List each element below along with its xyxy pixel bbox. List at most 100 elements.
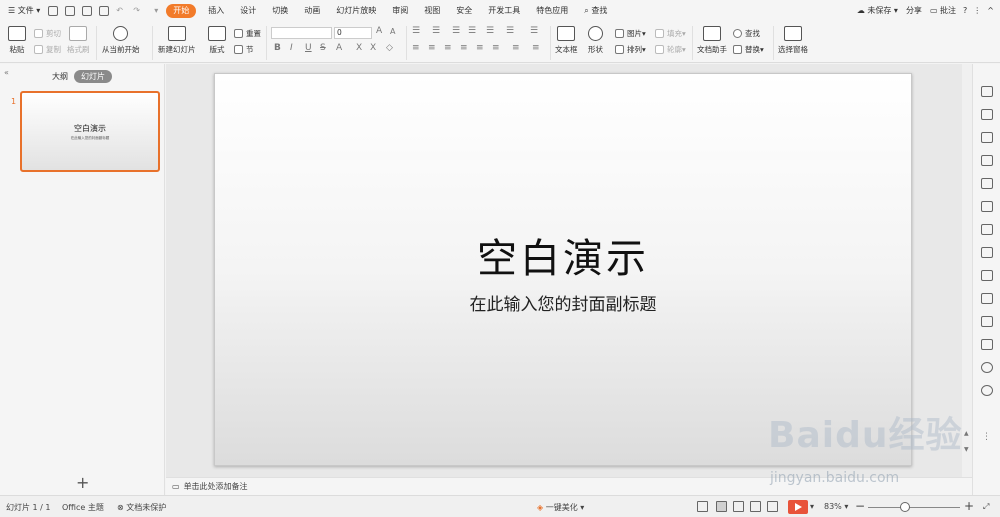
cloud-status[interactable]: ☁ 未保存 ▾ — [853, 0, 902, 22]
align-center-icon[interactable]: ≡ — [428, 43, 436, 53]
tab-outline[interactable]: 大纲 — [52, 71, 68, 82]
print-icon[interactable] — [82, 6, 93, 16]
play-slideshow-button[interactable] — [788, 500, 808, 514]
tab-review[interactable]: 审阅 — [384, 0, 416, 22]
number-list-icon[interactable]: ☰ — [432, 26, 440, 36]
undo-icon[interactable]: ↶ — [116, 6, 126, 16]
textbox-button[interactable]: 文本框 — [555, 26, 578, 55]
picture-icon[interactable] — [981, 293, 993, 304]
subscript-icon[interactable]: X — [370, 43, 376, 53]
tab-design[interactable]: 设计 — [232, 0, 264, 22]
fit-window-icon[interactable]: ⤢ — [983, 502, 989, 512]
layout-button[interactable]: 版式 — [208, 26, 226, 55]
reset-button[interactable]: 重置 — [234, 28, 261, 39]
beautify-button[interactable]: ◈ 一键美化 ▾ — [537, 502, 584, 513]
increase-indent-icon[interactable]: ☰ — [468, 26, 476, 36]
justify-icon[interactable]: ≡ — [460, 43, 468, 53]
align-left-icon[interactable]: ≡ — [412, 43, 420, 53]
align-right-icon[interactable]: ≡ — [444, 43, 452, 53]
sorter-view-icon[interactable] — [733, 501, 744, 512]
chart-icon[interactable] — [981, 201, 993, 212]
help-icon[interactable]: ? — [960, 0, 970, 22]
scroll-up-icon[interactable]: ▲ — [964, 430, 969, 437]
comment-button[interactable]: ▭ 批注 — [926, 0, 960, 22]
copy-button[interactable]: 复制 — [34, 44, 61, 55]
quick-access-more-icon[interactable]: ▾ — [150, 0, 162, 22]
zoom-in-icon[interactable]: + — [964, 499, 974, 513]
slide-thumbnail[interactable]: 空白演示 在此输入您的封面副标题 — [20, 91, 160, 172]
superscript-icon[interactable]: X — [356, 43, 362, 53]
text-effects-icon[interactable]: ≡ — [532, 43, 540, 53]
animation-icon[interactable] — [981, 86, 993, 97]
clear-format-icon[interactable]: ◇ — [386, 43, 393, 53]
protect-status[interactable]: ⊗ 文档未保护 — [117, 502, 166, 513]
doc-assistant-button[interactable]: 文档助手 — [697, 26, 727, 55]
collapse-pane-icon[interactable]: « — [4, 68, 9, 77]
vertical-scrollbar[interactable]: ▲ ▼ — [962, 64, 972, 477]
collapse-ribbon-icon[interactable]: ^ — [984, 0, 1000, 22]
shape-format-icon[interactable] — [981, 132, 993, 143]
tab-security[interactable]: 安全 — [448, 0, 480, 22]
bullet-list-icon[interactable]: ☰ — [412, 26, 420, 36]
reading-view-icon[interactable] — [750, 501, 761, 512]
share-out-icon[interactable] — [981, 247, 993, 258]
slide-subtitle[interactable]: 在此输入您的封面副标题 — [215, 290, 911, 315]
save-icon[interactable] — [48, 6, 59, 16]
fill-color-icon[interactable] — [981, 155, 993, 166]
settings-sliders-icon[interactable] — [981, 224, 993, 235]
new-slide-button[interactable]: 新建幻灯片 — [158, 26, 196, 55]
from-current-button[interactable]: 从当前开始 — [102, 26, 140, 55]
section-button[interactable]: 节 — [234, 44, 254, 55]
picture-button[interactable]: 图片 ▾ — [615, 28, 646, 39]
replace-button[interactable]: 替换 ▾ — [733, 44, 764, 55]
tab-transitions[interactable]: 切换 — [264, 0, 296, 22]
help-icon[interactable] — [981, 385, 993, 396]
redo-icon[interactable]: ↷ — [133, 6, 143, 16]
format-painter-button[interactable]: 格式刷 — [67, 26, 90, 55]
tab-slideshow[interactable]: 幻灯片放映 — [328, 0, 384, 22]
add-slide-icon[interactable]: + — [76, 473, 89, 492]
find-button[interactable]: 查找 — [733, 28, 760, 39]
normal-view-icon[interactable] — [716, 501, 727, 512]
audio-icon[interactable] — [981, 316, 993, 327]
preview-icon[interactable] — [99, 6, 110, 16]
smart-art-icon[interactable]: ≡ — [512, 43, 520, 53]
transition-icon[interactable] — [981, 109, 993, 120]
zoom-slider[interactable] — [868, 507, 960, 508]
notes-view-icon[interactable] — [697, 501, 708, 512]
tab-developer[interactable]: 开发工具 — [480, 0, 528, 22]
arrange-button[interactable]: 排列 ▾ — [615, 44, 646, 55]
paste-button[interactable]: 粘贴 — [8, 26, 26, 55]
scroll-down-icon[interactable]: ▼ — [964, 446, 969, 453]
strikethrough-icon[interactable]: S — [320, 43, 326, 53]
export-icon[interactable] — [65, 6, 76, 16]
text-direction-icon[interactable]: ☰ — [506, 26, 514, 36]
security-icon[interactable] — [981, 339, 993, 350]
zoom-level[interactable]: 83% ▾ — [824, 502, 848, 511]
file-menu[interactable]: ☰ 文件 ▾ — [0, 0, 48, 22]
present-view-icon[interactable] — [767, 501, 778, 512]
shape-button[interactable]: 形状 — [588, 26, 603, 55]
tab-home[interactable]: 开始 — [166, 4, 197, 18]
shrink-font-icon[interactable]: A — [390, 27, 395, 36]
font-name-select[interactable] — [271, 27, 332, 39]
decrease-indent-icon[interactable]: ☰ — [452, 26, 460, 36]
sidebar-more-icon[interactable]: ⋮ — [982, 432, 991, 442]
tab-slides[interactable]: 幻灯片 — [74, 70, 112, 83]
line-spacing-icon[interactable]: ☰ — [486, 26, 494, 36]
grow-font-icon[interactable]: A — [376, 26, 382, 36]
font-color-icon[interactable]: A — [336, 43, 342, 53]
zoom-slider-handle[interactable] — [900, 502, 910, 512]
fill-button[interactable]: 填充 ▾ — [655, 28, 686, 39]
tab-animation[interactable]: 动画 — [296, 0, 328, 22]
theme-name[interactable]: Office 主题 — [62, 502, 104, 513]
tab-features[interactable]: 特色应用 — [528, 0, 576, 22]
zoom-out-icon[interactable]: − — [855, 499, 865, 513]
play-options-icon[interactable]: ▾ — [810, 502, 814, 511]
bold-icon[interactable]: B — [274, 43, 281, 53]
select-pane-button[interactable]: 选择窗格 — [778, 26, 808, 55]
cut-button[interactable]: 剪切 — [34, 28, 61, 39]
italic-icon[interactable]: I — [290, 43, 293, 53]
more-icon[interactable]: ⋮ — [970, 0, 984, 22]
grid-icon[interactable] — [981, 178, 993, 189]
